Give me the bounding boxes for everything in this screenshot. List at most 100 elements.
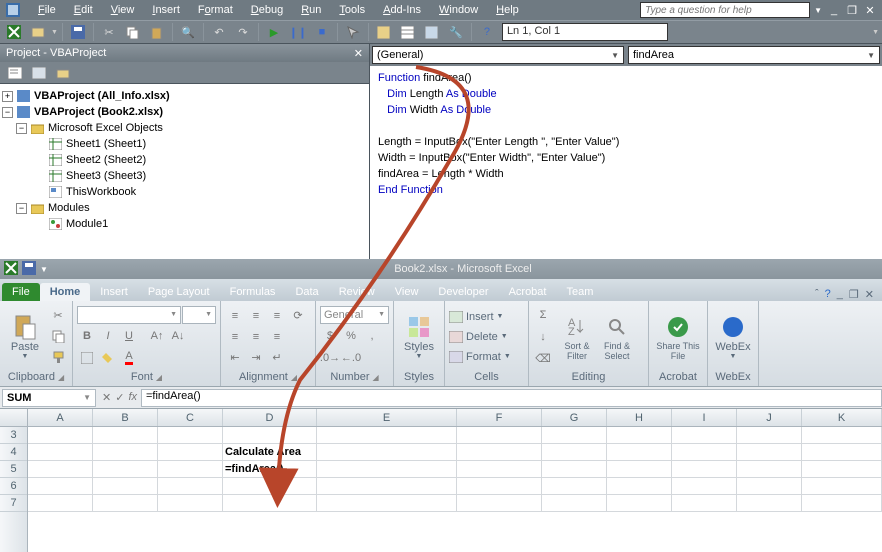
cell[interactable] bbox=[457, 495, 542, 512]
cell[interactable] bbox=[158, 444, 223, 461]
share-file-button[interactable]: Share This File bbox=[653, 306, 703, 368]
cell[interactable] bbox=[28, 427, 93, 444]
column-header[interactable]: K bbox=[802, 409, 882, 426]
toolbar-options-icon[interactable]: ▼ bbox=[872, 29, 879, 36]
fx-icon[interactable]: fx bbox=[128, 391, 137, 404]
cut-icon[interactable]: ✂ bbox=[48, 306, 68, 326]
row-header[interactable]: 7 bbox=[0, 495, 27, 512]
cell[interactable] bbox=[672, 444, 737, 461]
decrease-decimal-icon[interactable]: ←.0 bbox=[341, 348, 361, 368]
sort-filter-button[interactable]: AZSort & Filter bbox=[558, 306, 596, 368]
fill-color-icon[interactable] bbox=[98, 348, 118, 368]
cell[interactable] bbox=[28, 495, 93, 512]
column-header[interactable]: G bbox=[542, 409, 607, 426]
format-button[interactable]: Format▼ bbox=[449, 348, 511, 366]
cell[interactable] bbox=[93, 444, 158, 461]
cells-area[interactable]: Calculate Area=findArea() bbox=[28, 427, 882, 552]
webex-button[interactable]: WebEx▼ bbox=[712, 306, 754, 368]
cell[interactable] bbox=[317, 478, 457, 495]
row-header[interactable]: 3 bbox=[0, 427, 27, 444]
toolbox-icon[interactable]: 🔧 bbox=[445, 22, 467, 42]
cell[interactable] bbox=[158, 461, 223, 478]
cell[interactable] bbox=[93, 461, 158, 478]
styles-button[interactable]: Styles▼ bbox=[398, 306, 440, 368]
bold-icon[interactable]: B bbox=[77, 326, 97, 346]
minimize-ribbon-icon[interactable]: ˆ bbox=[815, 288, 819, 301]
enter-icon[interactable]: ✓ bbox=[115, 391, 124, 404]
properties-icon[interactable] bbox=[397, 22, 419, 42]
tab-page-layout[interactable]: Page Layout bbox=[138, 283, 220, 301]
menu-tools[interactable]: Tools bbox=[331, 2, 373, 18]
cell[interactable] bbox=[28, 478, 93, 495]
select-all-corner[interactable] bbox=[0, 409, 28, 426]
cell[interactable] bbox=[28, 461, 93, 478]
cell[interactable] bbox=[158, 427, 223, 444]
dialog-launcher-icon[interactable]: ◢ bbox=[291, 373, 297, 382]
cell[interactable] bbox=[672, 427, 737, 444]
align-top-icon[interactable]: ≡ bbox=[225, 306, 245, 326]
font-name-select[interactable]: ▼ bbox=[77, 306, 181, 324]
tab-formulas[interactable]: Formulas bbox=[220, 283, 286, 301]
row-header[interactable]: 4 bbox=[0, 444, 27, 461]
cell[interactable] bbox=[457, 444, 542, 461]
cell[interactable] bbox=[317, 495, 457, 512]
menu-view[interactable]: View bbox=[103, 2, 143, 18]
menu-format[interactable]: Format bbox=[190, 2, 241, 18]
menu-help[interactable]: Help bbox=[488, 2, 527, 18]
row-header[interactable]: 5 bbox=[0, 461, 27, 478]
insert-module-icon[interactable] bbox=[27, 22, 49, 42]
wrap-text-icon[interactable]: ↵ bbox=[267, 348, 287, 368]
project-node[interactable]: −VBAProject (Book2.xlsx) bbox=[2, 104, 367, 120]
cell[interactable] bbox=[223, 495, 317, 512]
menu-file[interactable]: File bbox=[30, 2, 64, 18]
cell[interactable] bbox=[737, 427, 802, 444]
folder-node[interactable]: −Microsoft Excel Objects bbox=[2, 120, 367, 136]
menu-insert[interactable]: Insert bbox=[144, 2, 188, 18]
cell[interactable] bbox=[93, 495, 158, 512]
close-button[interactable]: ✕ bbox=[865, 288, 874, 301]
collapse-icon[interactable]: − bbox=[2, 107, 13, 118]
cell[interactable] bbox=[158, 495, 223, 512]
clear-icon[interactable]: ⌫ bbox=[533, 349, 553, 369]
close-button[interactable]: ✕ bbox=[862, 4, 878, 17]
column-header[interactable]: F bbox=[457, 409, 542, 426]
cancel-icon[interactable]: ✕ bbox=[102, 391, 111, 404]
minimize-button[interactable]: _ bbox=[826, 4, 842, 16]
cell[interactable] bbox=[607, 461, 672, 478]
object-dropdown[interactable]: (General)▼ bbox=[372, 46, 624, 64]
column-header[interactable]: E bbox=[317, 409, 457, 426]
workbook-node[interactable]: ThisWorkbook bbox=[2, 184, 367, 200]
design-mode-icon[interactable] bbox=[342, 22, 364, 42]
cell[interactable] bbox=[317, 461, 457, 478]
cell[interactable] bbox=[317, 444, 457, 461]
cell[interactable] bbox=[607, 478, 672, 495]
menu-run[interactable]: Run bbox=[293, 2, 329, 18]
cell[interactable] bbox=[737, 478, 802, 495]
fill-icon[interactable]: ↓ bbox=[533, 327, 553, 347]
paste-icon[interactable] bbox=[146, 22, 168, 42]
cell[interactable] bbox=[542, 495, 607, 512]
column-header[interactable]: A bbox=[28, 409, 93, 426]
tab-review[interactable]: Review bbox=[329, 283, 385, 301]
tab-data[interactable]: Data bbox=[285, 283, 328, 301]
sheet-node[interactable]: Sheet2 (Sheet2) bbox=[2, 152, 367, 168]
tab-file[interactable]: File bbox=[2, 283, 40, 301]
reset-icon[interactable]: ■ bbox=[311, 22, 333, 42]
cell[interactable] bbox=[457, 427, 542, 444]
menu-window[interactable]: Window bbox=[431, 2, 486, 18]
cell[interactable] bbox=[802, 461, 882, 478]
insert-button[interactable]: Insert▼ bbox=[449, 308, 511, 326]
cell[interactable] bbox=[607, 495, 672, 512]
percent-icon[interactable]: % bbox=[341, 326, 361, 346]
align-bottom-icon[interactable]: ≡ bbox=[267, 306, 287, 326]
help-icon[interactable]: ? bbox=[825, 288, 831, 301]
column-header[interactable]: I bbox=[672, 409, 737, 426]
align-left-icon[interactable]: ≡ bbox=[225, 327, 245, 347]
minimize-button[interactable]: _ bbox=[837, 288, 843, 301]
row-header[interactable]: 6 bbox=[0, 478, 27, 495]
cut-icon[interactable]: ✂ bbox=[98, 22, 120, 42]
cell[interactable] bbox=[802, 478, 882, 495]
menu-edit[interactable]: Edit bbox=[66, 2, 101, 18]
help-search-input[interactable] bbox=[640, 2, 810, 18]
paste-button[interactable]: Paste▼ bbox=[4, 306, 46, 368]
